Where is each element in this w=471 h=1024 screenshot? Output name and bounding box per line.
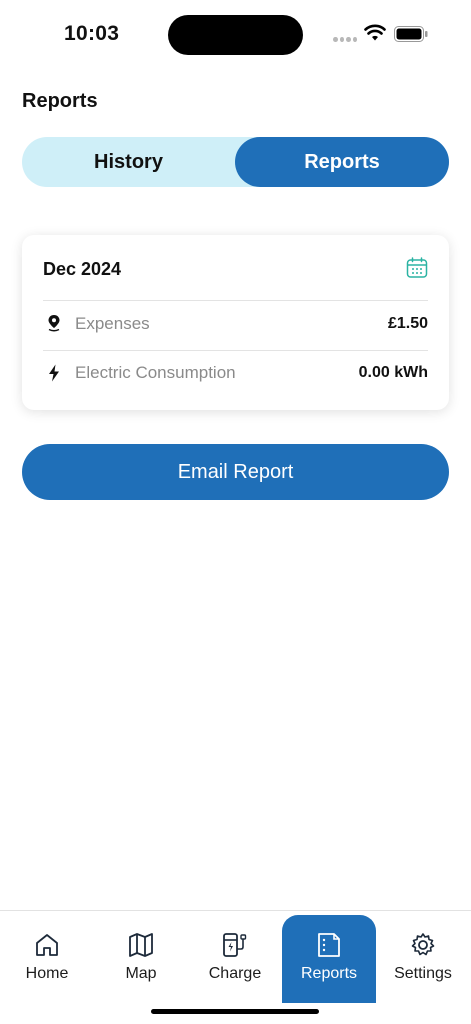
tab-history[interactable]: History [22, 137, 235, 187]
expenses-value: £1.50 [387, 315, 428, 332]
tab-home[interactable]: Home [0, 915, 94, 999]
electric-consumption-label: Electric Consumption [75, 363, 236, 382]
map-icon [129, 933, 153, 957]
location-pin-icon [48, 315, 60, 332]
tab-map-label: Map [125, 965, 157, 982]
email-report-button[interactable]: Email Report [22, 444, 449, 500]
lightning-bolt-icon [49, 364, 59, 382]
report-card: Dec 2024 Expenses £1.50 Electric Consump… [22, 235, 449, 410]
status-bar: 10:03 [0, 0, 471, 70]
reports-icon [318, 933, 340, 957]
charger-icon [223, 933, 247, 957]
home-indicator [151, 1009, 319, 1014]
tab-settings[interactable]: Settings [376, 915, 470, 999]
tab-reports[interactable]: Reports [235, 137, 449, 187]
battery-icon [394, 26, 428, 42]
gear-icon [411, 933, 435, 956]
cellular-signal-icon [333, 37, 357, 43]
home-icon [36, 934, 58, 956]
page-title: Reports [22, 90, 98, 112]
tab-reports-nav[interactable]: Reports [282, 915, 376, 1003]
tab-reports-nav-label: Reports [300, 965, 358, 982]
calendar-icon[interactable] [406, 257, 428, 279]
tab-home-label: Home [25, 965, 69, 982]
tab-map[interactable]: Map [94, 915, 188, 999]
tab-settings-label: Settings [394, 965, 452, 982]
bottom-tab-bar: Home Map Charge Reports Settings [0, 910, 471, 1024]
expenses-label: Expenses [75, 314, 150, 333]
tab-charge[interactable]: Charge [188, 915, 282, 999]
status-time: 10:03 [64, 22, 120, 45]
electric-consumption-value: 0.00 kWh [358, 364, 428, 381]
wifi-icon [364, 24, 386, 41]
dynamic-island [168, 15, 303, 55]
divider [43, 300, 428, 301]
tab-charge-label: Charge [208, 965, 262, 982]
divider [43, 350, 428, 351]
report-month: Dec 2024 [43, 259, 122, 279]
segmented-control: History Reports [22, 137, 449, 187]
